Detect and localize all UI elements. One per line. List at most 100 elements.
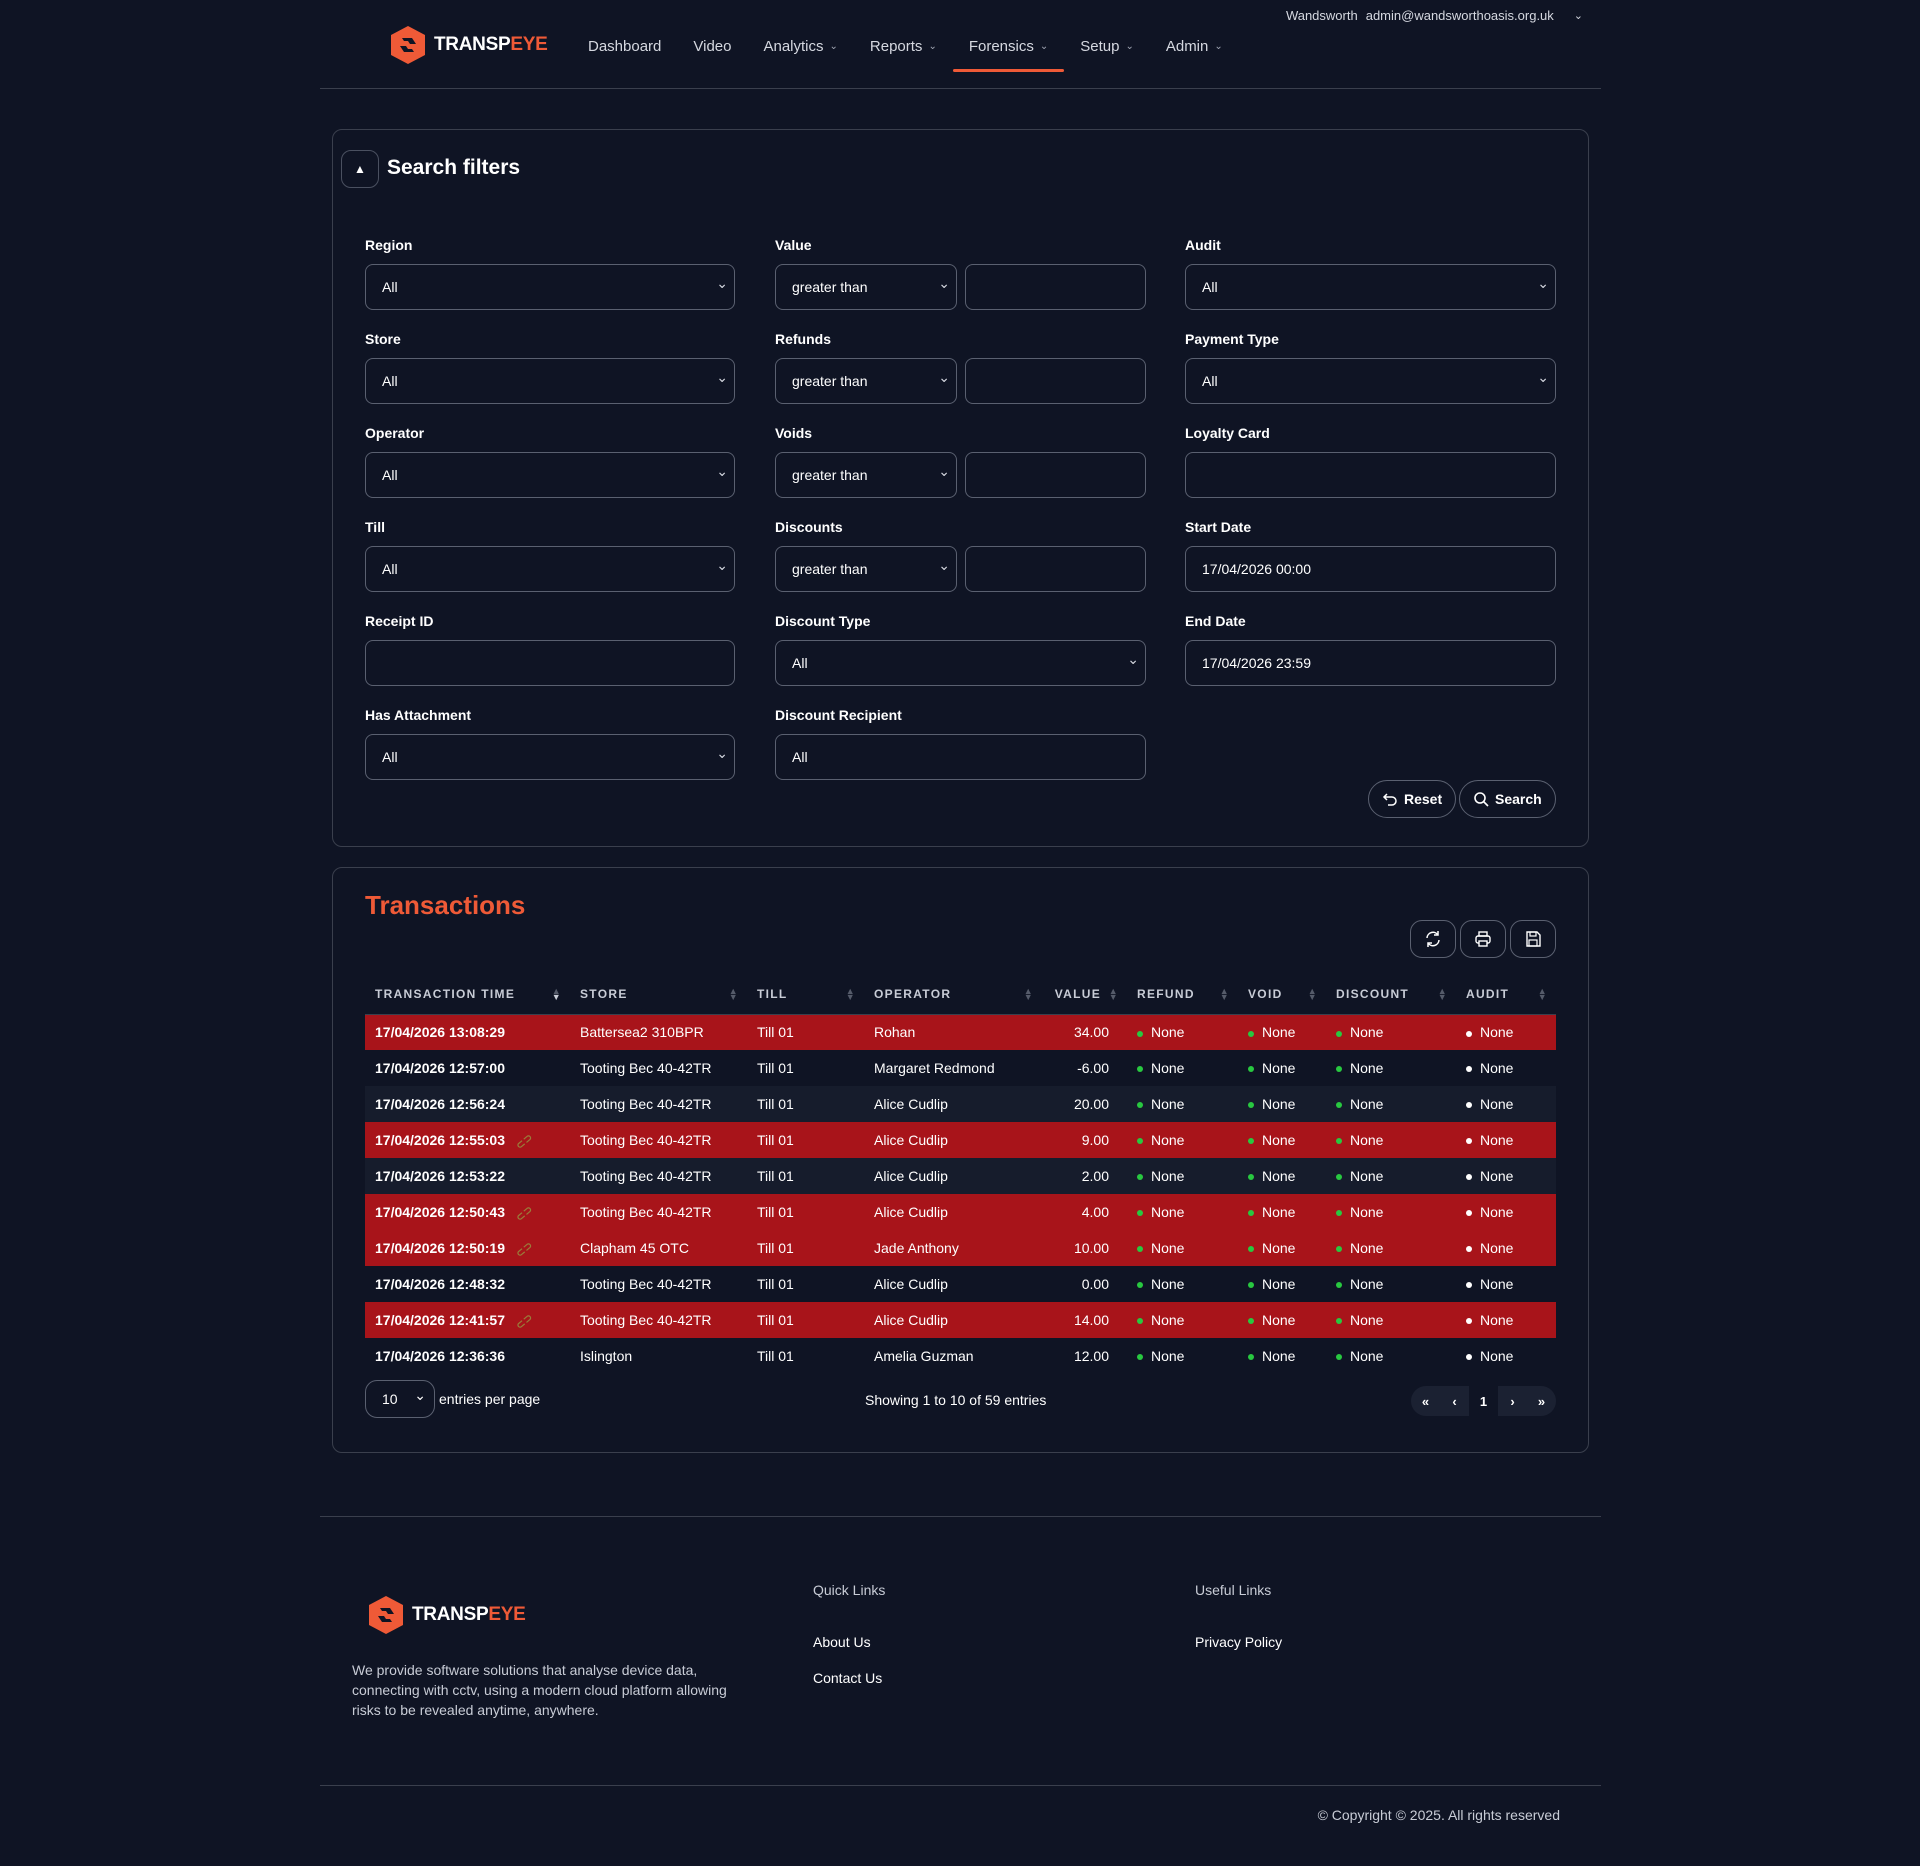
cell-refund: None xyxy=(1127,1014,1238,1050)
column-header-discount[interactable]: DISCOUNT ▲ ▼ xyxy=(1326,974,1456,1015)
discounts-label: Discounts xyxy=(775,519,843,535)
sort-icon[interactable]: ▲ ▼ xyxy=(1220,987,1230,1002)
discounts-comparator-select[interactable]: greater than xyxy=(775,546,957,592)
table-row[interactable]: 17/04/2026 12:55:03 ⊂⊃ Tooting Bec 40-42TR… xyxy=(365,1122,1556,1158)
table-row[interactable]: 17/04/2026 12:53:22 Tooting Bec 40-42TR Ti… xyxy=(365,1158,1556,1194)
cell-text: None xyxy=(1480,1024,1514,1041)
column-header-operator[interactable]: OPERATOR ▲ ▼ xyxy=(864,974,1042,1015)
per-page-select[interactable]: 10 xyxy=(365,1380,435,1418)
sort-icon[interactable]: ▲ ▼ xyxy=(846,987,856,1002)
discount-recipient-input[interactable]: All xyxy=(775,734,1146,780)
nav-item-forensics[interactable]: Forensics ⌄ xyxy=(952,30,1065,72)
till-select[interactable]: All xyxy=(365,546,735,592)
nav-item-reports[interactable]: Reports ⌄ xyxy=(854,30,953,72)
column-header-till[interactable]: TILL ▲ ▼ xyxy=(747,974,864,1015)
sort-icon[interactable]: ▲ ▼ xyxy=(1438,987,1448,1002)
nav-item-setup[interactable]: Setup ⌄ xyxy=(1064,30,1150,72)
cell-text: None xyxy=(1480,1096,1514,1112)
contact-us-link[interactable]: Contact Us xyxy=(813,1670,882,1686)
table-row[interactable]: 17/04/2026 12:50:19 ⊂⊃ Clapham 45 OTC Till … xyxy=(365,1230,1556,1266)
cell-text: None xyxy=(1480,1204,1514,1220)
collapse-filters-button[interactable]: ▲ xyxy=(341,150,379,188)
cell-store: Battersea2 310BPR xyxy=(570,1014,747,1050)
cell-operator: Amelia Guzman xyxy=(864,1338,1042,1374)
printer-icon xyxy=(1475,931,1491,947)
logo[interactable]: TRANSPEYE xyxy=(388,24,548,66)
sort-icon[interactable]: ▲ ▼ xyxy=(729,987,739,1002)
cell-text: 17/04/2026 12:57:00 xyxy=(375,1060,505,1076)
sort-icon[interactable]: ▲ ▼ xyxy=(552,987,562,1002)
about-us-link[interactable]: About Us xyxy=(813,1634,871,1650)
column-header-label: VOID xyxy=(1248,986,1283,1001)
paperclip-icon[interactable]: ⊂⊃ xyxy=(513,1131,536,1152)
store-select[interactable]: All xyxy=(365,358,735,404)
value-comparator-select[interactable]: greater than xyxy=(775,264,957,310)
sort-icon[interactable]: ▲ ▼ xyxy=(1538,987,1548,1002)
account-menu[interactable]: Wandsworth admin@wandsworthoasis.org.uk … xyxy=(1286,8,1583,23)
column-header-transaction-time[interactable]: TRANSACTION TIME ▲ ▼ xyxy=(365,974,570,1015)
nav-item-video[interactable]: Video xyxy=(677,30,747,72)
cell-value: 4.00 xyxy=(1042,1194,1127,1230)
audit-select[interactable]: All xyxy=(1185,264,1556,310)
discount-type-select[interactable]: All xyxy=(775,640,1146,686)
first-page-button[interactable]: « xyxy=(1411,1386,1440,1416)
account-org: Wandsworth xyxy=(1285,8,1358,23)
receipt-id-input[interactable] xyxy=(365,640,735,686)
start-date-input[interactable]: 17/04/2026 00:00 xyxy=(1185,546,1556,592)
status-dot-icon xyxy=(1248,1030,1254,1037)
cell-discount: None xyxy=(1326,1086,1456,1122)
save-button[interactable] xyxy=(1510,920,1556,958)
reset-button[interactable]: Reset xyxy=(1368,780,1457,818)
table-row[interactable]: 17/04/2026 12:48:32 Tooting Bec 40-42TR Ti… xyxy=(365,1266,1556,1302)
paperclip-icon[interactable]: ⊂⊃ xyxy=(513,1311,536,1332)
sort-icon[interactable]: ▲ ▼ xyxy=(1308,987,1318,1002)
page-button[interactable]: 1 xyxy=(1469,1386,1498,1416)
operator-select[interactable]: All xyxy=(365,452,735,498)
next-page-button[interactable]: › xyxy=(1498,1386,1527,1416)
column-header-void[interactable]: VOID ▲ ▼ xyxy=(1238,974,1326,1015)
cell-text: Alice Cudlip xyxy=(874,1204,948,1220)
search-button[interactable]: Search xyxy=(1459,780,1556,818)
status-dot-icon xyxy=(1336,1354,1342,1361)
value-amount-input[interactable] xyxy=(965,264,1146,310)
nav-item-dashboard[interactable]: Dashboard xyxy=(572,30,677,72)
table-row[interactable]: 17/04/2026 12:50:43 ⊂⊃ Tooting Bec 40-42TR… xyxy=(365,1194,1556,1230)
nav-item-label: Video xyxy=(693,38,732,55)
voids-amount-input[interactable] xyxy=(965,452,1146,498)
print-button[interactable] xyxy=(1460,920,1506,958)
cell-text: Till 01 xyxy=(757,1276,794,1292)
loyalty-card-input[interactable] xyxy=(1185,452,1556,498)
refresh-button[interactable] xyxy=(1410,920,1456,958)
footer-logo[interactable]: TRANSPEYE xyxy=(366,1594,526,1636)
region-select[interactable]: All xyxy=(365,264,735,310)
nav-item-admin[interactable]: Admin ⌄ xyxy=(1150,30,1239,72)
table-row[interactable]: 17/04/2026 12:36:36 Islington Till 01 Ameli… xyxy=(365,1338,1556,1374)
end-date-input[interactable]: 17/04/2026 23:59 xyxy=(1185,640,1556,686)
column-header-refund[interactable]: REFUND ▲ ▼ xyxy=(1127,974,1238,1015)
refunds-comparator-select[interactable]: greater than xyxy=(775,358,957,404)
previous-page-button[interactable]: ‹ xyxy=(1440,1386,1469,1416)
table-row[interactable]: 17/04/2026 13:08:29 Battersea2 310BPR Till… xyxy=(365,1014,1556,1050)
column-header-label: OPERATOR xyxy=(874,986,952,1001)
voids-comparator-select[interactable]: greater than xyxy=(775,452,957,498)
sort-icon[interactable]: ▲ ▼ xyxy=(1109,987,1119,1002)
sort-icon[interactable]: ▲ ▼ xyxy=(1024,987,1034,1002)
nav-item-analytics[interactable]: Analytics ⌄ xyxy=(747,30,853,72)
paperclip-icon[interactable]: ⊂⊃ xyxy=(513,1239,536,1260)
paperclip-icon[interactable]: ⊂⊃ xyxy=(513,1203,536,1224)
privacy-policy-link[interactable]: Privacy Policy xyxy=(1195,1634,1282,1650)
chevron-down-icon[interactable]: ⌄ xyxy=(1574,9,1583,22)
column-header-store[interactable]: STORE ▲ ▼ xyxy=(570,974,747,1015)
table-row[interactable]: 17/04/2026 12:56:24 Tooting Bec 40-42TR Ti… xyxy=(365,1086,1556,1122)
has-attachment-select[interactable]: All xyxy=(365,734,735,780)
last-page-button[interactable]: » xyxy=(1527,1386,1556,1416)
refunds-amount-input[interactable] xyxy=(965,358,1146,404)
column-header-value[interactable]: VALUE ▲ ▼ xyxy=(1042,974,1127,1015)
discounts-amount-input[interactable] xyxy=(965,546,1146,592)
payment-type-select[interactable]: All xyxy=(1185,358,1556,404)
table-row[interactable]: 17/04/2026 12:57:00 Tooting Bec 40-42TR Ti… xyxy=(365,1050,1556,1086)
column-header-audit[interactable]: AUDIT ▲ ▼ xyxy=(1456,974,1556,1015)
entries-summary: Showing 1 to 10 of 59 entries xyxy=(865,1392,1047,1408)
cell-text: Tooting Bec 40-42TR xyxy=(580,1132,712,1148)
table-row[interactable]: 17/04/2026 12:41:57 ⊂⊃ Tooting Bec 40-42TR… xyxy=(365,1302,1556,1338)
